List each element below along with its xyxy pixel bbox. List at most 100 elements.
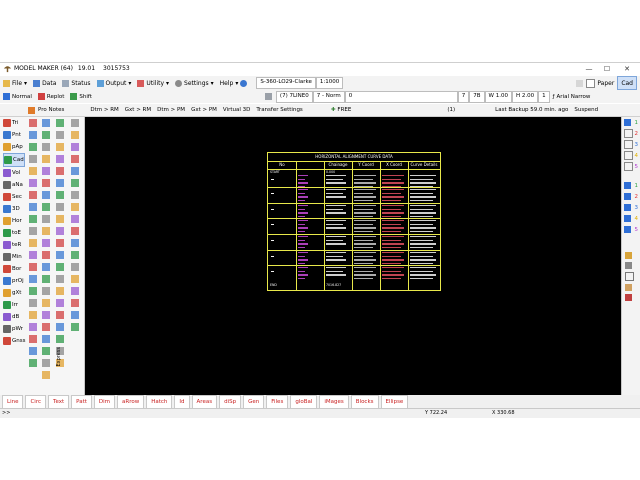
drawing-tool-icon[interactable] [56,287,64,295]
drawing-tool-icon[interactable] [42,359,50,367]
drawing-tool-icon[interactable] [42,167,50,175]
drawing-tool-icon[interactable] [29,299,37,307]
module-sec[interactable]: Sec [3,191,25,203]
line-value-slider[interactable]: 0 [344,90,458,103]
paper-toggle[interactable]: Paper [583,77,617,89]
module-tri[interactable]: Tri [3,117,25,129]
drawing-tool-icon[interactable] [42,311,50,319]
drawing-tool-icon[interactable] [56,251,64,259]
drawing-tool-icon[interactable] [56,299,64,307]
drawing-tool-icon[interactable] [71,119,79,127]
brush-icon[interactable] [625,252,632,259]
drawing-tool-icon[interactable] [42,203,50,211]
drawing-tool-icon[interactable] [56,179,64,187]
drawing-tool-icon[interactable] [71,143,79,151]
drawing-tool-icon[interactable] [71,155,79,163]
free-mode-button[interactable]: ✚ FREE [328,105,355,116]
drawing-tool-icon[interactable] [29,203,37,211]
width-field[interactable]: W 1.00 [484,90,512,103]
drawing-tool-icon[interactable] [56,155,64,163]
close-button[interactable]: ✕ [618,64,636,74]
drawing-tool-icon[interactable] [56,335,64,343]
undo-icon[interactable] [101,93,108,100]
drawing-canvas[interactable]: HORIZONTAL ALIGNMENT CURVE DATA No Chain… [85,117,621,395]
module-cad[interactable]: Cad [3,153,26,167]
scale-field[interactable]: 1:1000 [315,77,344,89]
drawing-tool-icon[interactable] [29,167,37,175]
drawing-tool-icon[interactable] [42,335,50,343]
drawing-tool-icon[interactable] [56,323,64,331]
drawing-tool-icon[interactable] [42,299,50,307]
layer-toggle[interactable]: 5 [622,224,640,235]
menu-help[interactable]: Help ▾ [217,77,251,89]
dtm-pm-button[interactable]: Dtm > PM [154,105,188,116]
drawing-tool-icon[interactable] [42,263,50,271]
drawing-tool-icon[interactable] [71,287,79,295]
drawing-tool-icon[interactable] [71,311,79,319]
drawing-tool-icon[interactable] [29,215,37,223]
drawing-tool-icon[interactable] [42,323,50,331]
module-pnt[interactable]: Pnt [3,129,25,141]
drawing-tool-icon[interactable] [56,239,64,247]
layer-toggle[interactable]: 2 [622,128,640,139]
menu-status[interactable]: Status [59,77,93,89]
suspend-button[interactable]: Suspend [571,105,601,116]
drawing-tool-icon[interactable] [29,227,37,235]
drawing-tool-icon[interactable] [56,167,64,175]
drawing-tool-icon[interactable] [56,215,64,223]
drawing-tool-icon[interactable] [29,347,37,355]
module-pwr[interactable]: pWr [3,323,25,335]
menu-settings[interactable]: Settings ▾ [172,77,217,89]
layer-toggle[interactable]: 5 [622,161,640,172]
drawing-tool-icon[interactable] [42,191,50,199]
number-field[interactable]: 7 [457,90,470,103]
module-3d[interactable]: 3D [3,203,25,215]
menu-file[interactable]: File ▾ [0,77,30,89]
tab-images[interactable]: iMages [319,395,349,408]
drawing-tool-icon[interactable] [56,227,64,235]
normal-button[interactable]: Normal [0,91,35,102]
drawing-tool-icon[interactable] [29,179,37,187]
module-irr[interactable]: Irr [3,299,25,311]
drawing-tool-icon[interactable] [29,359,37,367]
drawing-tool-icon[interactable] [42,239,50,247]
tab-blocks[interactable]: Blocks [350,395,379,408]
drawing-tool-icon[interactable] [42,287,50,295]
virtual-3d-button[interactable]: Virtual 3D [220,105,253,116]
maximize-button[interactable]: ☐ [598,64,616,74]
layer-pen-icon[interactable] [264,93,272,100]
drawing-tool-icon[interactable] [42,155,50,163]
layer-toggle[interactable]: 1 [622,117,640,128]
drawing-tool-icon[interactable] [42,215,50,223]
module-gxt[interactable]: gXt [3,287,25,299]
tab-gen[interactable]: Gen [243,395,265,408]
drawing-tool-icon[interactable] [29,287,37,295]
cursor-icon[interactable] [576,79,584,87]
layer-select[interactable]: (7) 7LINE0 [275,90,313,103]
command-prompt[interactable]: >> [2,410,10,416]
drawing-tool-icon[interactable] [42,131,50,139]
drawing-tool-icon[interactable] [56,311,64,319]
drawing-tool-icon[interactable] [56,143,64,151]
drawing-tool-icon[interactable] [29,263,37,271]
height-field[interactable]: H 2.00 [511,90,539,103]
drawing-tool-icon[interactable] [71,299,79,307]
drawing-tool-icon[interactable] [42,227,50,235]
drawing-tool-icon[interactable] [42,179,50,187]
layer-toggle[interactable]: 3 [622,139,640,150]
layer-toggle[interactable]: 3 [622,202,640,213]
drawing-tool-icon[interactable] [42,371,50,379]
module-vol[interactable]: Vol [3,167,25,179]
drawing-tool-icon[interactable] [56,203,64,211]
drawing-tool-icon[interactable] [71,275,79,283]
menu-output[interactable]: Output ▾ [94,77,135,89]
replot-button[interactable]: Replot [35,91,68,102]
drawing-tool-icon[interactable] [71,323,79,331]
menu-utility[interactable]: Utility ▾ [134,77,172,89]
drawing-tool-icon[interactable] [71,131,79,139]
drawing-tool-icon[interactable] [42,347,50,355]
tab-disp[interactable]: diSp [219,395,242,408]
cad-toggle[interactable]: Cad [617,76,637,90]
drawing-tool-icon[interactable] [29,239,37,247]
layer-toggle[interactable]: 4 [622,213,640,224]
